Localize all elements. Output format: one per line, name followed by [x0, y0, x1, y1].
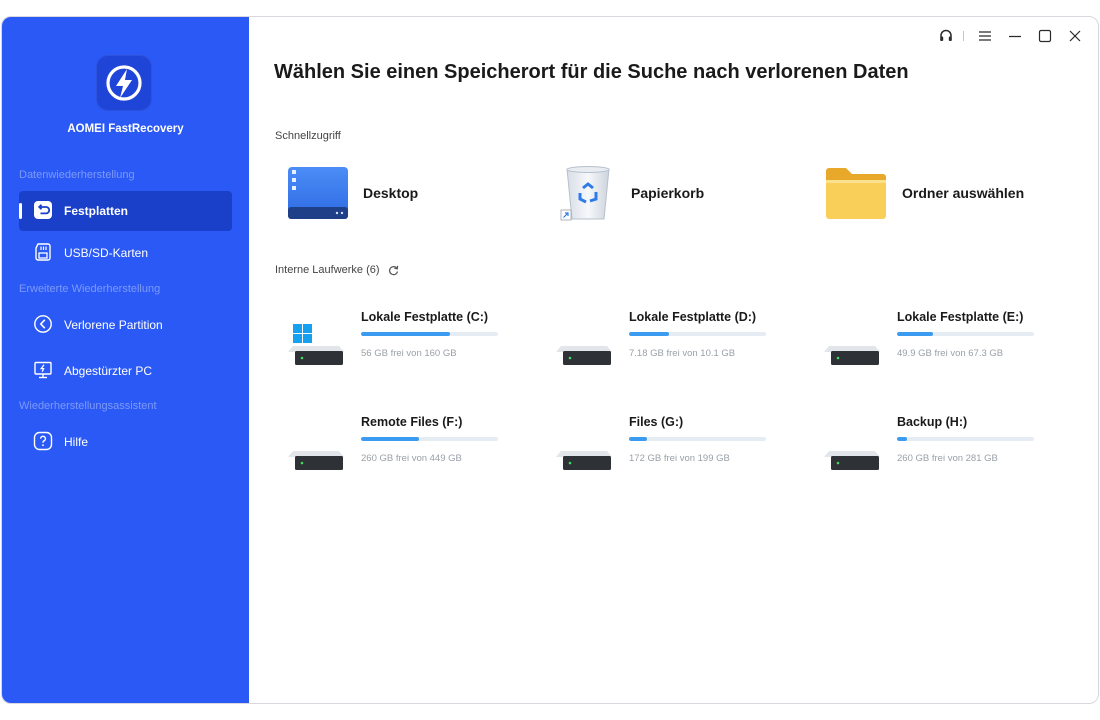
drive-item[interactable]: Remote Files (F:) 260 GB frei von 449 GB	[275, 415, 525, 485]
drive-free-space: 7.18 GB frei von 10.1 GB	[629, 348, 736, 359]
hard-drive-icon	[821, 429, 883, 480]
main-panel: Wählen Sie einen Speicherort für die Suc…	[249, 17, 1098, 703]
drive-usage-bar	[629, 437, 766, 441]
drive-item[interactable]: Files (G:) 172 GB frei von 199 GB	[543, 415, 793, 485]
drive-usage-fill	[897, 332, 933, 336]
quick-item-select-folder[interactable]: Ordner auswählen	[824, 163, 1024, 223]
desktop-icon	[288, 167, 348, 219]
quick-item-label: Ordner auswählen	[902, 185, 1025, 201]
refresh-icon[interactable]	[388, 265, 399, 276]
section-label-assistant: Wiederherstellungsassistent	[19, 400, 157, 412]
sidebar-item-lost-partition[interactable]: Verlorene Partition	[19, 305, 232, 345]
sidebar-item-usb-sd[interactable]: USB/SD-Karten	[19, 233, 232, 273]
drives-label: Interne Laufwerke (6)	[275, 264, 380, 276]
quick-item-recycle-bin[interactable]: Papierkorb	[559, 163, 704, 223]
quick-item-label: Desktop	[363, 185, 419, 201]
drive-name: Lokale Festplatte (D:)	[629, 310, 757, 324]
page-title: Wählen Sie einen Speicherort für die Suc…	[274, 61, 909, 83]
titlebar-controls	[929, 25, 1088, 47]
sidebar-item-crashed-pc[interactable]: Abgestürzter PC	[19, 351, 232, 391]
drive-usage-fill	[361, 437, 419, 441]
drive-item[interactable]: Lokale Festplatte (E:) 49.9 GB frei von …	[811, 310, 1061, 380]
sidebar-item-help[interactable]: Hilfe	[19, 422, 232, 462]
drives-header: Interne Laufwerke (6)	[275, 264, 399, 276]
quick-access-label: Schnellzugriff	[275, 130, 341, 142]
drive-usage-fill	[629, 332, 669, 336]
drive-name: Lokale Festplatte (E:)	[897, 310, 1024, 324]
partition-icon	[33, 314, 55, 336]
drive-free-space: 49.9 GB frei von 67.3 GB	[897, 348, 1004, 359]
folder-icon	[826, 168, 886, 219]
active-indicator	[19, 203, 22, 219]
quick-item-desktop[interactable]: Desktop	[287, 163, 418, 223]
drive-name: Remote Files (F:)	[361, 415, 463, 429]
drive-item[interactable]: Backup (H:) 260 GB frei von 281 GB	[811, 415, 1061, 485]
sidebar-item-festplatten[interactable]: Festplatten	[19, 191, 232, 231]
disk-recovery-icon	[33, 200, 55, 222]
quick-item-label: Papierkorb	[631, 185, 705, 201]
crashed-pc-icon	[33, 360, 55, 382]
app-window: AOMEI FastRecovery Datenwiederherstellun…	[1, 16, 1099, 704]
drive-name: Lokale Festplatte (C:)	[361, 310, 489, 324]
drive-free-space: 260 GB frei von 281 GB	[897, 453, 998, 464]
app-logo	[96, 55, 152, 111]
headset-icon[interactable]	[933, 25, 959, 47]
hard-drive-icon	[553, 324, 615, 375]
drive-item[interactable]: Lokale Festplatte (C:) 56 GB frei von 16…	[275, 310, 525, 380]
drive-name: Files (G:)	[629, 415, 684, 429]
windows-drive-icon	[285, 324, 347, 375]
sidebar-item-label: Hilfe	[64, 435, 89, 449]
hard-drive-icon	[285, 429, 347, 480]
sidebar-item-label: USB/SD-Karten	[64, 246, 149, 260]
drive-usage-bar	[361, 437, 498, 441]
drive-usage-fill	[361, 332, 451, 336]
sd-card-icon	[33, 242, 55, 264]
sidebar: AOMEI FastRecovery Datenwiederherstellun…	[2, 17, 249, 703]
close-icon[interactable]	[1062, 25, 1088, 47]
lightning-logo-icon	[106, 65, 142, 101]
drive-usage-fill	[897, 437, 907, 441]
section-label-data-recovery: Datenwiederherstellung	[19, 169, 135, 181]
sidebar-item-label: Verlorene Partition	[64, 318, 163, 332]
drive-free-space: 172 GB frei von 199 GB	[629, 453, 730, 464]
maximize-icon[interactable]	[1032, 25, 1058, 47]
drive-usage-bar	[897, 437, 1034, 441]
drive-free-space: 56 GB frei von 160 GB	[361, 348, 457, 359]
sidebar-item-label: Festplatten	[64, 204, 129, 218]
hard-drive-icon	[821, 324, 883, 375]
drive-free-space: 260 GB frei von 449 GB	[361, 453, 462, 464]
drive-usage-bar	[361, 332, 498, 336]
help-icon	[33, 431, 55, 453]
app-name: AOMEI FastRecovery	[67, 123, 184, 135]
drive-usage-bar	[897, 332, 1034, 336]
recycle-bin-icon	[560, 166, 610, 221]
section-label-advanced-recovery: Erweiterte Wiederherstellung	[19, 283, 161, 295]
drive-usage-fill	[629, 437, 647, 441]
sidebar-item-label: Abgestürzter PC	[64, 364, 153, 378]
drive-item[interactable]: Lokale Festplatte (D:) 7.18 GB frei von …	[543, 310, 793, 380]
minimize-icon[interactable]	[1002, 25, 1028, 47]
drive-usage-bar	[629, 332, 766, 336]
hard-drive-icon	[553, 429, 615, 480]
titlebar-separator	[963, 31, 964, 41]
drive-name: Backup (H:)	[897, 415, 968, 429]
menu-icon[interactable]	[972, 25, 998, 47]
